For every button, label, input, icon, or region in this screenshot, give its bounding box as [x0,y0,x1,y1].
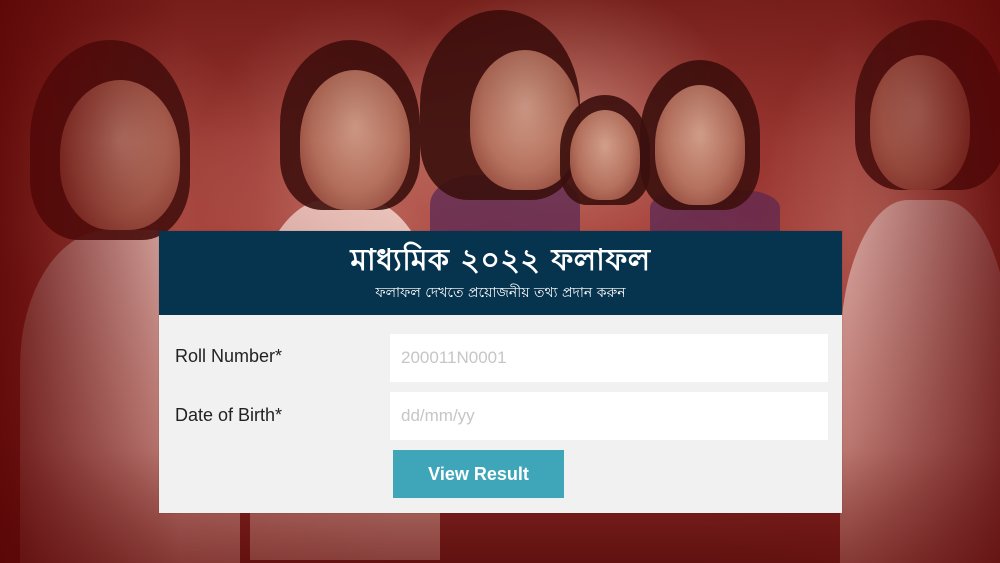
result-form-card: মাধ্যমিক ২০২২ ফলাফল ফলাফল দেখতে প্রয়োজন… [159,231,842,513]
date-of-birth-label: Date of Birth* [175,405,283,425]
view-result-button[interactable]: View Result [393,450,564,498]
page-subtitle: ফলাফল দেখতে প্রয়োজনীয় তথ্য প্রদান করুন [375,285,626,301]
roll-number-label: Roll Number* [175,346,283,366]
page-title: মাধ্যমিক ২০২২ ফলাফল [350,243,651,278]
roll-number-input[interactable] [390,334,828,382]
page: মাধ্যমিক ২০২২ ফলাফল ফলাফল দেখতে প্রয়োজন… [0,0,1000,563]
card-header: মাধ্যমিক ২০২২ ফলাফল ফলাফল দেখতে প্রয়োজন… [159,231,842,315]
form-body: Roll Number* Date of Birth* View Result [159,315,842,513]
date-of-birth-input[interactable] [390,392,828,440]
